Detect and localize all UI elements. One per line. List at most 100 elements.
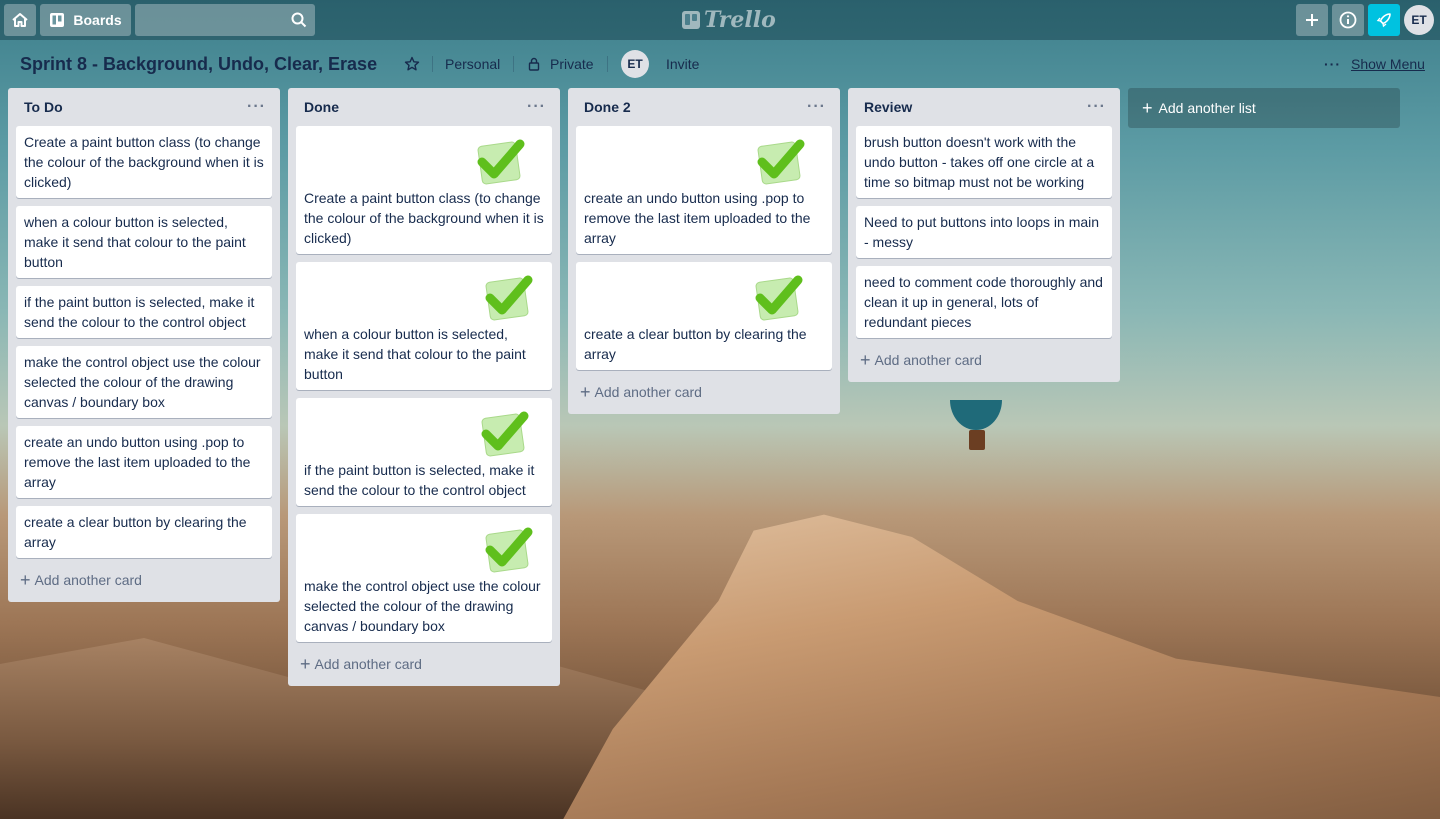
board-member-avatar[interactable]: ET (621, 50, 649, 78)
card-title: create an undo button using .pop to remo… (24, 434, 251, 490)
home-button[interactable] (4, 4, 36, 36)
plus-icon: + (20, 569, 31, 590)
board-title[interactable]: Sprint 8 - Background, Undo, Clear, Eras… (12, 50, 385, 78)
show-menu-button[interactable]: ··· Show Menu (1324, 52, 1425, 76)
board-header-divider (513, 56, 514, 72)
card-title: create a clear button by clearing the ar… (584, 326, 807, 362)
list-header: To Do ··· (16, 88, 272, 126)
checkmark-sticker-icon (485, 527, 533, 573)
list-header: Done ··· (296, 88, 552, 126)
card-sticker-area (304, 268, 544, 324)
invite-label: Invite (666, 56, 700, 72)
list-title[interactable]: Done 2 (584, 99, 631, 115)
info-button[interactable] (1332, 4, 1364, 36)
invite-button[interactable]: Invite (666, 52, 699, 76)
background-balloon (950, 400, 1002, 430)
board-member-initials: ET (627, 57, 643, 71)
list-card[interactable]: if the paint button is selected, make it… (16, 286, 272, 338)
list-card[interactable]: create a clear button by clearing the ar… (576, 262, 832, 370)
checkmark-sticker-icon (477, 139, 525, 185)
ellipsis-icon: ··· (1324, 56, 1341, 72)
card-title: create a clear button by clearing the ar… (24, 514, 247, 550)
list-title[interactable]: To Do (24, 99, 63, 115)
visibility-button[interactable]: Private (528, 52, 594, 76)
checkmark-sticker-icon (485, 275, 533, 321)
plus-icon: + (860, 349, 871, 370)
checkmark-sticker-icon (757, 139, 805, 185)
show-menu-label: Show Menu (1351, 56, 1425, 72)
card-title: create an undo button using .pop to remo… (584, 190, 811, 246)
list-card[interactable]: when a colour button is selected, make i… (16, 206, 272, 278)
list-card[interactable]: create an undo button using .pop to remo… (16, 426, 272, 498)
rocket-icon (1376, 13, 1391, 28)
list-card[interactable]: make the control object use the colour s… (16, 346, 272, 418)
user-initials: ET (1411, 13, 1427, 27)
list-header: Done 2 ··· (576, 88, 832, 126)
list-menu-icon[interactable]: ··· (523, 98, 550, 116)
boards-label: Boards (73, 12, 122, 28)
card-title: make the control object use the colour s… (304, 578, 541, 634)
trello-logo-mark (682, 11, 700, 29)
add-card-button[interactable]: + Add another card (576, 378, 832, 406)
list-menu-icon[interactable]: ··· (243, 98, 270, 116)
add-card-button[interactable]: + Add another card (856, 346, 1112, 374)
user-avatar[interactable]: ET (1404, 5, 1434, 35)
team-button[interactable]: Personal (445, 52, 500, 76)
create-button[interactable] (1296, 4, 1328, 36)
add-card-button[interactable]: + Add another card (16, 566, 272, 594)
plus-icon: + (1142, 97, 1153, 118)
list-card[interactable]: Create a paint button class (to change t… (16, 126, 272, 198)
card-title: Need to put buttons into loops in main -… (864, 214, 1100, 250)
list-card[interactable]: need to comment code thoroughly and clea… (856, 266, 1112, 338)
list-card[interactable]: if the paint button is selected, make it… (296, 398, 552, 506)
list-title[interactable]: Done (304, 99, 339, 115)
list-menu-icon[interactable]: ··· (1083, 98, 1110, 116)
add-card-label: Add another card (314, 656, 422, 672)
card-title: when a colour button is selected, make i… (304, 326, 526, 382)
background-mountain (560, 514, 1440, 819)
add-card-label: Add another card (34, 572, 142, 588)
card-title: need to comment code thoroughly and clea… (864, 274, 1103, 330)
card-sticker-area (304, 132, 544, 188)
add-list-button[interactable]: + Add another list (1128, 88, 1400, 128)
list-title[interactable]: Review (864, 99, 912, 115)
list-to-do: To Do ··· Create a paint button class (t… (8, 88, 280, 602)
boards-button[interactable]: Boards (40, 4, 131, 36)
list-card[interactable]: Create a paint button class (to change t… (296, 126, 552, 254)
search-input[interactable] (135, 4, 315, 36)
card-title: when a colour button is selected, make i… (24, 214, 246, 270)
star-board-button[interactable] (402, 52, 422, 76)
add-card-button[interactable]: + Add another card (296, 650, 552, 678)
team-label: Personal (445, 56, 501, 72)
list-card[interactable]: create a clear button by clearing the ar… (16, 506, 272, 558)
card-title: Create a paint button class (to change t… (24, 134, 264, 190)
notifications-button[interactable] (1368, 4, 1400, 36)
list-done: Done ··· Create a paint button class (to… (288, 88, 560, 686)
checkmark-sticker-icon (481, 411, 529, 457)
card-title: make the control object use the colour s… (24, 354, 261, 410)
trello-logo[interactable]: Trello (682, 7, 776, 33)
list-card[interactable]: create an undo button using .pop to remo… (576, 126, 832, 254)
top-navigation-bar: Boards Trello ET (0, 0, 1440, 40)
list-card[interactable]: Need to put buttons into loops in main -… (856, 206, 1112, 258)
list-card[interactable]: when a colour button is selected, make i… (296, 262, 552, 390)
add-card-label: Add another card (874, 352, 982, 368)
info-icon (1339, 11, 1357, 29)
plus-icon: + (300, 653, 311, 674)
plus-icon: + (580, 381, 591, 402)
boards-icon (50, 13, 65, 27)
plus-icon (1306, 14, 1318, 26)
list-card[interactable]: make the control object use the colour s… (296, 514, 552, 642)
list-card[interactable]: brush button doesn't work with the undo … (856, 126, 1112, 198)
logo-text: Trello (704, 7, 776, 33)
star-icon (404, 56, 420, 71)
card-sticker-area (584, 268, 824, 324)
lock-icon (528, 57, 540, 71)
card-title: brush button doesn't work with the undo … (864, 134, 1095, 190)
add-card-label: Add another card (594, 384, 702, 400)
background-balloon-basket (969, 430, 985, 450)
visibility-label: Private (550, 56, 594, 72)
list-menu-icon[interactable]: ··· (803, 98, 830, 116)
card-title: if the paint button is selected, make it… (24, 294, 255, 330)
card-sticker-area (304, 404, 544, 460)
